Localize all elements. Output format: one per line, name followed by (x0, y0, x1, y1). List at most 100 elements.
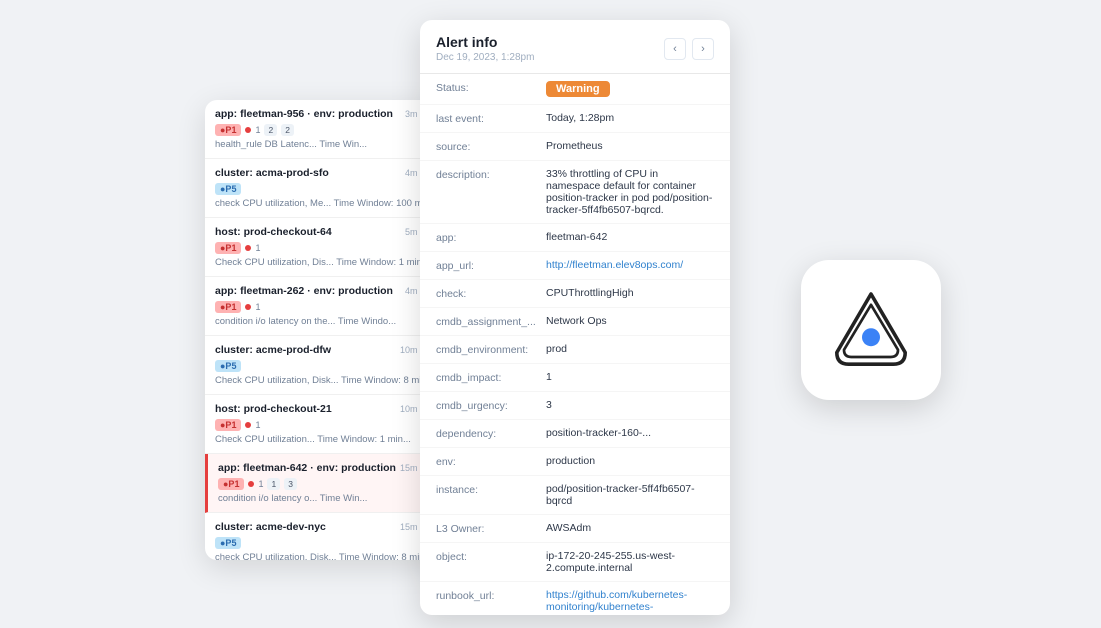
alert-item-header: cluster: acma-prod-sfo 4m ago (215, 167, 435, 179)
info-label: last event: (436, 112, 546, 125)
alert-item-desc: condition i/o latency on the... Time Win… (215, 316, 435, 327)
alert-item-title: host: prod-checkout-21 (215, 403, 332, 415)
dot-count: 1 (255, 243, 260, 253)
alert-item-desc: health_rule DB Latenc... Time Win... (215, 139, 435, 150)
info-row: instance: pod/position-tracker-5ff4fb650… (420, 476, 730, 515)
info-row: Status: Warning (420, 74, 730, 105)
status-badge: Warning (546, 81, 610, 97)
info-row: app_url: http://fleetman.elev8ops.com/ (420, 252, 730, 280)
alert-info-panel: Alert info Dec 19, 2023, 1:28pm ‹ › Stat… (420, 20, 730, 615)
panel-date: Dec 19, 2023, 1:28pm (436, 52, 534, 63)
info-label: check: (436, 287, 546, 300)
alert-item-badges: ●P11 (215, 301, 435, 313)
alert-item-badges: ●P5 (215, 183, 435, 195)
info-row: cmdb_impact: 1 (420, 364, 730, 392)
alert-item[interactable]: host: prod-checkout-64 5m ago ●P1 1 Check… (205, 218, 445, 277)
alert-item-badges: ●P11 13 (218, 478, 435, 490)
info-value: prod (546, 343, 714, 355)
info-value: position-tracker-160-... (546, 427, 714, 439)
app-logo (826, 285, 916, 375)
meta-tag: 2 (281, 124, 294, 136)
alert-item[interactable]: app: fleetman-262 · env: production 4m a… (205, 277, 445, 336)
meta-tag: 1 (267, 478, 280, 490)
alert-item-title: app: fleetman-956 · env: production (215, 108, 393, 120)
info-row: last event: Today, 1:28pm (420, 105, 730, 133)
scene: app: fleetman-956 · env: production 3m a… (0, 0, 1101, 628)
alert-item-badges: ●P1 1 22 (215, 124, 435, 136)
alert-item-title: app: fleetman-262 · env: production (215, 285, 393, 297)
panel-nav: ‹ › (664, 38, 714, 60)
info-label: app: (436, 231, 546, 244)
alert-item[interactable]: cluster: acme-prod-dfw 10m ago ●P5 Check… (205, 336, 445, 395)
alert-list-panel: app: fleetman-956 · env: production 3m a… (205, 100, 445, 560)
alert-item-badges: ●P5 (215, 537, 435, 549)
info-label: runbook_url: (436, 589, 546, 602)
meta-tag: 3 (284, 478, 297, 490)
info-label: cmdb_environment: (436, 343, 546, 356)
info-row: app: fleetman-642 (420, 224, 730, 252)
alert-item-header: host: prod-checkout-64 5m ago (215, 226, 435, 238)
info-row: object: ip-172-20-245-255.us-west-2.comp… (420, 543, 730, 582)
info-label: description: (436, 168, 546, 181)
info-value: 33% throttling of CPU in namespace defau… (546, 168, 714, 216)
dot-indicator (245, 127, 251, 133)
alert-item[interactable]: app: fleetman-956 · env: production 3m a… (205, 100, 445, 159)
info-row: cmdb_urgency: 3 (420, 392, 730, 420)
info-label: Status: (436, 81, 546, 94)
info-value: Prometheus (546, 140, 714, 152)
info-value-link[interactable]: https://github.com/kubernetes-monitoring… (546, 589, 714, 614)
info-value: pod/position-tracker-5ff4fb6507-bqrcd (546, 483, 714, 507)
alert-item[interactable]: cluster: acme-dev-nyc 15m ago ●P5 check … (205, 513, 445, 560)
info-label: env: (436, 455, 546, 468)
info-value: 1 (546, 371, 714, 383)
meta-tag: 2 (264, 124, 277, 136)
alert-item-badges: ●P11 (215, 419, 435, 431)
next-button[interactable]: › (692, 38, 714, 60)
info-row: runbook_url: https://github.com/kubernet… (420, 582, 730, 614)
priority-badge: ●P1 (215, 242, 241, 254)
info-value-link[interactable]: http://fleetman.elev8ops.com/ (546, 259, 714, 271)
panel-header: Alert info Dec 19, 2023, 1:28pm ‹ › (420, 20, 730, 74)
info-label: cmdb_urgency: (436, 399, 546, 412)
alert-item[interactable]: cluster: acma-prod-sfo 4m ago ●P5 check … (205, 159, 445, 218)
info-label: dependency: (436, 427, 546, 440)
alert-item-header: host: prod-checkout-21 10m ago (215, 403, 435, 415)
alert-item-title: cluster: acma-prod-sfo (215, 167, 329, 179)
info-row: dependency: position-tracker-160-... (420, 420, 730, 448)
alert-item-desc: check CPU utilization, Me... Time Window… (215, 198, 435, 209)
alert-item-desc: Check CPU utilization, Dis... Time Windo… (215, 257, 435, 268)
dot-count: 1 (255, 125, 260, 135)
info-value: ip-172-20-245-255.us-west-2.compute.inte… (546, 550, 714, 574)
priority-badge: ●P5 (215, 360, 241, 372)
alert-item-title: app: fleetman-642 · env: production (218, 462, 396, 474)
alert-item-badges: ●P1 1 (215, 242, 435, 254)
dot-count: 1 (258, 479, 263, 489)
priority-badge: ●P5 (215, 183, 241, 195)
info-label: object: (436, 550, 546, 563)
panel-body[interactable]: Status: Warning last event: Today, 1:28p… (420, 74, 730, 614)
alert-item-header: cluster: acme-prod-dfw 10m ago (215, 344, 435, 356)
info-value: Today, 1:28pm (546, 112, 714, 124)
info-row: source: Prometheus (420, 133, 730, 161)
info-row: description: 33% throttling of CPU in na… (420, 161, 730, 224)
alert-item-desc: check CPU utilization, Disk... Time Wind… (215, 552, 435, 560)
alert-item[interactable]: host: prod-checkout-21 10m ago ●P11 Chec… (205, 395, 445, 454)
info-value: Network Ops (546, 315, 714, 327)
info-label: source: (436, 140, 546, 153)
alert-item-desc: Check CPU utilization... Time Window: 1 … (215, 434, 435, 445)
alert-item[interactable]: app: fleetman-642 · env: production 15m … (205, 454, 445, 513)
info-value: 3 (546, 399, 714, 411)
info-value: AWSAdm (546, 522, 714, 534)
priority-badge: ●P1 (215, 419, 241, 431)
alert-item-title: cluster: acme-dev-nyc (215, 521, 326, 533)
panel-title: Alert info (436, 34, 534, 50)
priority-badge: ●P1 (215, 301, 241, 313)
prev-button[interactable]: ‹ (664, 38, 686, 60)
dot-indicator (245, 245, 251, 251)
logo-overlay (801, 260, 941, 400)
priority-badge: ●P1 (218, 478, 244, 490)
priority-badge: ●P1 (215, 124, 241, 136)
info-row: cmdb_assignment_... Network Ops (420, 308, 730, 336)
dot-indicator (248, 481, 254, 487)
alert-item-title: host: prod-checkout-64 (215, 226, 332, 238)
